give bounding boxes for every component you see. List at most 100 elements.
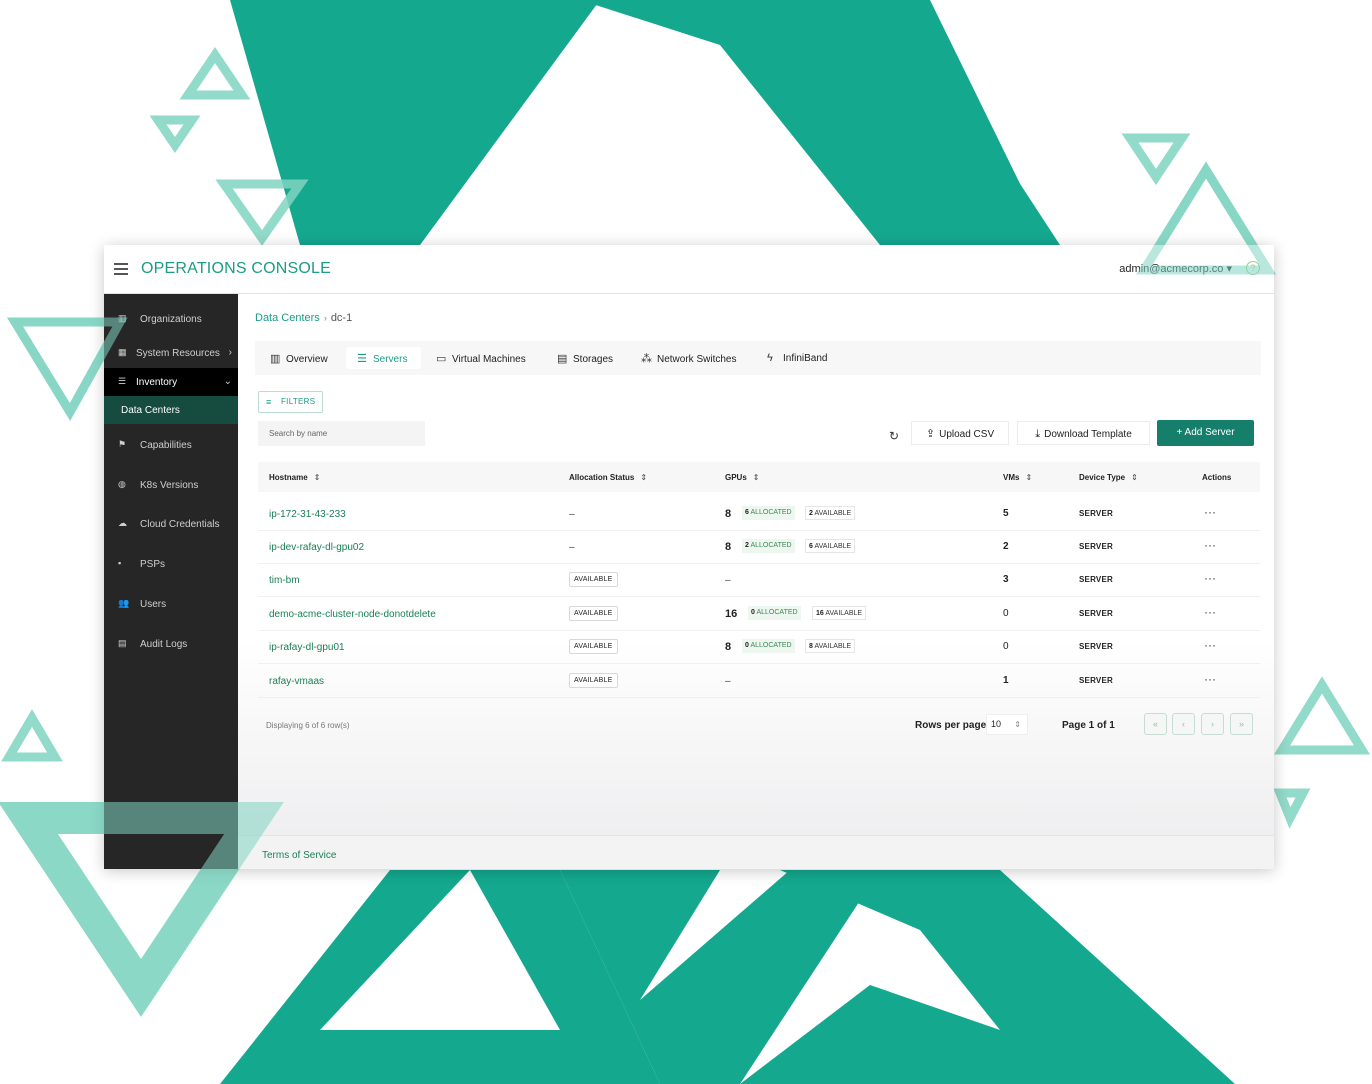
table-row[interactable]: rafay-vmaas AVAILABLE – 1 SERVER ··· xyxy=(258,664,1260,698)
gpu-available-badge: 2 AVAILABLE xyxy=(805,506,856,520)
vm-count: 1 xyxy=(1003,675,1009,686)
list-icon: ☰ xyxy=(118,376,127,386)
sidebar-item-organizations[interactable]: ▥ Organizations xyxy=(104,305,238,333)
table-row[interactable]: tim-bm AVAILABLE – 3 SERVER ··· xyxy=(258,563,1260,597)
gpu-available-badge: 16 AVAILABLE xyxy=(812,606,867,620)
gpu-available-badge: 8 AVAILABLE xyxy=(805,639,856,653)
chevron-right-icon: › xyxy=(228,347,232,358)
more-actions-icon[interactable]: ··· xyxy=(1204,505,1216,519)
hostname-link[interactable]: ip-dev-rafay-dl-gpu02 xyxy=(269,542,364,553)
sidebar-item-system-resources[interactable]: ▦ System Resources › xyxy=(104,339,238,367)
more-actions-icon[interactable]: ··· xyxy=(1204,638,1216,652)
tab-virtual-machines[interactable]: ▭ Virtual Machines xyxy=(436,352,526,365)
tab-label: Network Switches xyxy=(657,354,737,365)
table-header: Hostname ⇕ Allocation Status ⇕ GPUs ⇕ VMs ⇕ … xyxy=(258,462,1260,492)
column-header-device-type[interactable]: Device Type ⇕ xyxy=(1079,473,1138,482)
filters-button[interactable]: ≡ FILTERS xyxy=(258,391,323,413)
user-menu[interactable]: admin@acmecorp.co ▾ xyxy=(1119,262,1232,275)
sidebar-item-label: Inventory xyxy=(136,377,178,388)
device-type: SERVER xyxy=(1079,542,1113,551)
menu-icon[interactable] xyxy=(114,263,128,275)
column-header-gpus[interactable]: GPUs ⇕ xyxy=(725,473,760,482)
breadcrumb-separator: › xyxy=(323,313,327,323)
tab-infiniband[interactable]: ϟ InfiniBand xyxy=(767,352,827,364)
sidebar-item-capabilities[interactable]: ⚑ Capabilities xyxy=(104,431,238,459)
sidebar-item-label: Cloud Credentials xyxy=(140,519,220,530)
top-bar: OPERATIONS CONSOLE admin@acmecorp.co ▾ ? xyxy=(104,245,1274,294)
download-template-button[interactable]: ⤓ Download Template xyxy=(1017,421,1150,445)
sidebar-item-inventory[interactable]: ☰ Inventory ⌄ xyxy=(104,368,238,396)
tab-overview[interactable]: ▥ Overview xyxy=(270,352,328,365)
gpu-allocated-badge: 0 ALLOCATED xyxy=(748,606,801,620)
column-header-allocation-status[interactable]: Allocation Status ⇕ xyxy=(569,473,647,482)
sidebar-item-psps[interactable]: ▪ PSPs xyxy=(104,550,238,578)
sidebar-item-cloud-credentials[interactable]: ☁ Cloud Credentials xyxy=(104,510,238,538)
column-header-vms[interactable]: VMs ⇕ xyxy=(1003,473,1032,482)
breadcrumb-current: dc-1 xyxy=(330,312,353,324)
hostname-link[interactable]: ip-172-31-43-233 xyxy=(269,509,346,520)
monitor-icon: ▭ xyxy=(436,353,447,365)
tab-label: Overview xyxy=(286,354,328,365)
sidebar-item-label: Data Centers xyxy=(121,405,180,416)
table-row[interactable]: ip-dev-rafay-dl-gpu02 – 8 2 ALLOCATED 6 … xyxy=(258,530,1260,564)
sidebar-item-audit-logs[interactable]: ▤ Audit Logs xyxy=(104,630,238,658)
table-row[interactable]: ip-172-31-43-233 – 8 6 ALLOCATED 2 AVAIL… xyxy=(258,497,1260,531)
sidebar-item-data-centers[interactable]: Data Centers xyxy=(104,396,238,424)
grid-icon: ▪ xyxy=(118,558,122,568)
help-icon[interactable]: ? xyxy=(1246,261,1260,275)
first-page-button[interactable]: « xyxy=(1144,713,1167,735)
search-input[interactable]: Search by name xyxy=(258,421,425,446)
hostname-link[interactable]: ip-rafay-dl-gpu01 xyxy=(269,642,345,653)
sidebar-item-k8s-versions[interactable]: ◍ K8s Versions xyxy=(104,471,238,499)
sort-icon: ⇕ xyxy=(1025,473,1033,482)
tab-label: InfiniBand xyxy=(783,353,828,364)
next-page-button[interactable]: › xyxy=(1201,713,1224,735)
more-actions-icon[interactable]: ··· xyxy=(1204,571,1216,585)
more-actions-icon[interactable]: ··· xyxy=(1204,672,1216,686)
download-icon: ⤓ xyxy=(1035,428,1041,440)
resources-icon: ▦ xyxy=(118,347,127,357)
cloud-icon: ☁ xyxy=(118,518,127,528)
database-icon: ▤ xyxy=(557,353,568,365)
rows-per-page-select[interactable]: 10 ⇕ xyxy=(986,714,1028,735)
sidebar-item-label: Audit Logs xyxy=(140,639,188,650)
device-type: SERVER xyxy=(1079,609,1113,618)
device-type: SERVER xyxy=(1079,575,1113,584)
breadcrumb-parent[interactable]: Data Centers xyxy=(255,312,320,324)
sort-icon: ⇕ xyxy=(1014,720,1021,729)
table-row[interactable]: demo-acme-cluster-node-donotdelete AVAIL… xyxy=(258,597,1260,631)
terms-of-service-link[interactable]: Terms of Service xyxy=(262,850,336,861)
bank-icon: ▥ xyxy=(118,313,127,323)
vm-count: 2 xyxy=(1003,541,1009,552)
sort-icon: ⇕ xyxy=(1131,473,1138,482)
app-window: OPERATIONS CONSOLE admin@acmecorp.co ▾ ?… xyxy=(104,245,1274,869)
add-server-button[interactable]: + Add Server xyxy=(1157,420,1254,446)
sidebar-item-users[interactable]: 👥 Users xyxy=(104,590,238,618)
hostname-link[interactable]: rafay-vmaas xyxy=(269,676,324,687)
sidebar-item-label: K8s Versions xyxy=(140,480,199,491)
more-actions-icon[interactable]: ··· xyxy=(1204,605,1216,619)
tab-network-switches[interactable]: ⁂ Network Switches xyxy=(641,352,736,365)
vm-count: 5 xyxy=(1003,508,1009,519)
device-type: SERVER xyxy=(1079,509,1113,518)
tab-label: Servers xyxy=(373,354,408,365)
last-page-button[interactable]: » xyxy=(1230,713,1253,735)
tab-label: Virtual Machines xyxy=(452,354,526,365)
prev-page-button[interactable]: ‹ xyxy=(1172,713,1195,735)
gpu-count: 16 xyxy=(725,608,738,620)
upload-csv-button[interactable]: ⇪ Upload CSV xyxy=(911,421,1009,445)
gpu-count: – xyxy=(725,676,731,687)
tab-servers[interactable]: ☰ Servers xyxy=(357,352,407,365)
hostname-link[interactable]: demo-acme-cluster-node-donotdelete xyxy=(269,609,436,620)
more-actions-icon[interactable]: ··· xyxy=(1204,538,1216,552)
tab-storages[interactable]: ▤ Storages xyxy=(557,352,613,365)
vm-count: 0 xyxy=(1003,641,1009,652)
sidebar-item-label: System Resources xyxy=(136,348,220,359)
rows-per-page-label: Rows per page xyxy=(915,720,987,731)
footer-bar: Terms of Service xyxy=(238,835,1274,869)
refresh-icon[interactable]: ↻ xyxy=(889,429,899,443)
column-header-hostname[interactable]: Hostname ⇕ xyxy=(269,473,320,482)
hostname-link[interactable]: tim-bm xyxy=(269,575,300,586)
gpu-available-badge: 6 AVAILABLE xyxy=(805,539,856,553)
table-row[interactable]: ip-rafay-dl-gpu01 AVAILABLE 8 0 ALLOCATE… xyxy=(258,630,1260,664)
